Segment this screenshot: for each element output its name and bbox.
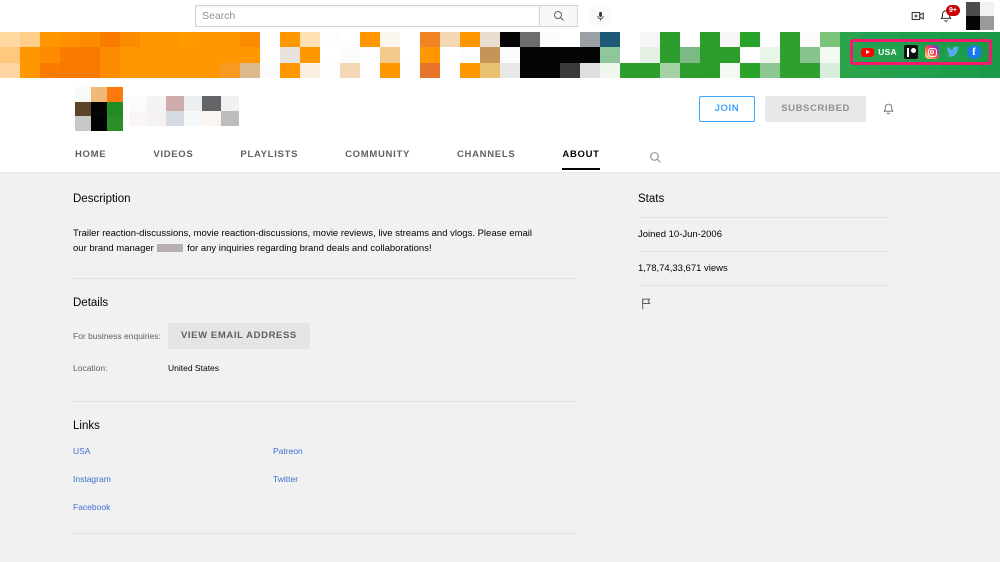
about-main-column: Description Trailer reaction-discussions… — [73, 193, 578, 530]
channel-search-button[interactable] — [647, 148, 665, 166]
redacted-name-block — [157, 244, 184, 253]
description-text-after: for any inquiries regarding brand deals … — [184, 242, 432, 254]
location-label: Location: — [73, 362, 108, 373]
search-area — [195, 4, 612, 28]
create-video-button[interactable] — [904, 2, 932, 30]
details-section: Details For business enquiries: VIEW EMA… — [73, 297, 578, 373]
about-content: Description Trailer reaction-discussions… — [0, 173, 1000, 562]
stats-joined: Joined 10-Jun-2006 — [638, 217, 888, 251]
stats-report-row — [638, 285, 888, 320]
report-user-button[interactable] — [638, 296, 654, 312]
search-icon — [650, 151, 661, 163]
links-title: Links — [73, 419, 100, 432]
tab-playlists[interactable]: PLAYLISTS — [240, 146, 298, 170]
tab-community[interactable]: COMMUNITY — [345, 146, 410, 170]
search-button[interactable] — [540, 5, 578, 27]
notifications-button[interactable]: 9+ — [932, 2, 960, 30]
join-button[interactable]: JOIN — [698, 96, 756, 122]
masthead-right-actions: 9+ — [904, 0, 1000, 32]
channel-identity-row: JOIN SUBSCRIBED — [0, 78, 1000, 138]
masthead: 9+ — [0, 0, 1000, 32]
youtube-icon — [861, 47, 875, 57]
notifications-badge: 9+ — [946, 5, 960, 16]
channel-action-buttons: JOIN SUBSCRIBED — [698, 96, 900, 122]
header-divider — [0, 172, 1000, 173]
links-column-left: USA Instagram Facebook — [73, 446, 273, 530]
search-input[interactable] — [196, 6, 539, 26]
microphone-icon — [596, 11, 604, 21]
twitter-icon[interactable] — [946, 45, 960, 59]
description-section: Description Trailer reaction-discussions… — [73, 193, 578, 256]
report-flag-icon — [641, 298, 650, 310]
link-usa[interactable]: USA — [73, 446, 90, 456]
channel-name — [129, 96, 239, 126]
links-columns: USA Instagram Facebook Patreon Twitter — [73, 446, 578, 530]
patreon-icon[interactable] — [904, 45, 918, 59]
tab-home[interactable]: HOME — [75, 146, 106, 170]
link-instagram[interactable]: Instagram — [73, 474, 111, 484]
search-icon — [553, 11, 564, 21]
instagram-icon[interactable] — [925, 45, 939, 59]
tab-videos[interactable]: VIDEOS — [153, 146, 193, 170]
notification-bell-icon — [882, 103, 894, 115]
location-value: United States — [168, 362, 220, 373]
details-links-divider — [73, 400, 578, 402]
twitter-bird-icon — [946, 46, 960, 57]
tab-channels[interactable]: CHANNELS — [457, 146, 515, 170]
tab-about[interactable]: ABOUT — [562, 146, 600, 170]
facebook-icon[interactable]: f — [967, 45, 981, 59]
stats-title: Stats — [638, 193, 665, 205]
link-patreon[interactable]: Patreon — [273, 446, 303, 456]
voice-search-button[interactable] — [588, 4, 612, 28]
subscription-bell-button[interactable] — [876, 97, 900, 121]
banner-link-usa-label: USA — [878, 47, 897, 57]
about-stats-column: Stats Joined 10-Jun-2006 1,78,74,33,671 … — [638, 193, 888, 530]
business-enquiries-label: For business enquiries: — [73, 331, 161, 342]
description-text: Trailer reaction-discussions, movie reac… — [73, 227, 548, 256]
location-row: Location: United States — [73, 363, 578, 373]
search-box[interactable] — [195, 5, 540, 27]
banner-social-links: USA f — [850, 39, 992, 65]
stats-views: 1,78,74,33,671 views — [638, 251, 888, 285]
channel-tabs: HOME VIDEOS PLAYLISTS COMMUNITY CHANNELS… — [0, 146, 1000, 172]
description-details-divider — [73, 278, 578, 280]
details-title: Details — [73, 297, 109, 310]
description-title: Description — [73, 193, 131, 205]
links-column-right: Patreon Twitter — [273, 446, 473, 530]
channel-avatar[interactable] — [75, 87, 123, 131]
view-email-address-button[interactable]: VIEW EMAIL ADDRESS — [168, 323, 310, 349]
create-video-icon — [911, 11, 924, 21]
channel-banner: USA f — [0, 32, 1000, 78]
banner-link-usa[interactable]: USA — [861, 47, 897, 57]
content-bottom-divider — [73, 533, 578, 534]
account-avatar[interactable] — [966, 2, 994, 30]
masthead-left-spacer — [0, 0, 195, 32]
link-twitter[interactable]: Twitter — [273, 474, 298, 484]
subscribed-button[interactable]: SUBSCRIBED — [765, 96, 866, 122]
links-section: Links USA Instagram Facebook Patreon Twi… — [73, 420, 578, 530]
about-columns: Description Trailer reaction-discussions… — [0, 173, 1000, 530]
business-enquiries-row: For business enquiries: VIEW EMAIL ADDRE… — [73, 323, 578, 349]
link-facebook[interactable]: Facebook — [73, 502, 110, 512]
